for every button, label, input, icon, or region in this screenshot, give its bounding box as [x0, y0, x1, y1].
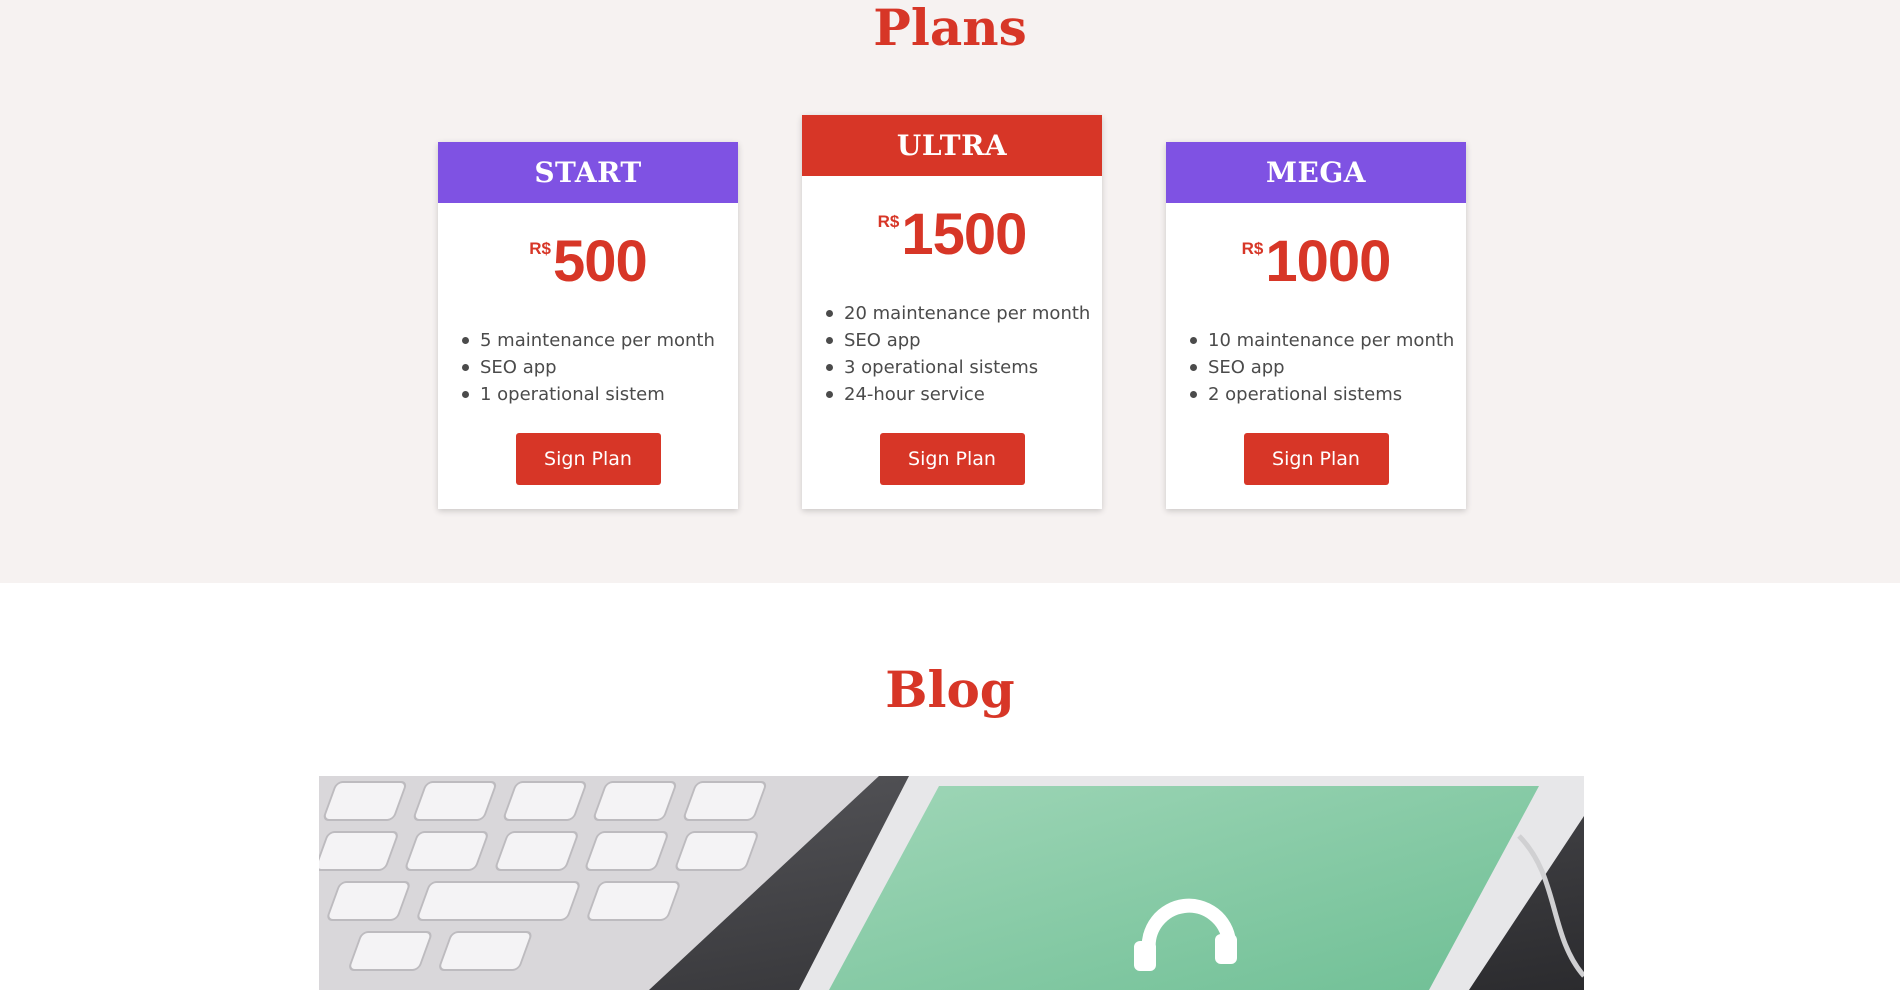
plan-header-start: START [438, 142, 738, 203]
bullet-icon [1190, 337, 1197, 344]
feature-text: SEO app [844, 330, 921, 351]
bullet-icon [1190, 391, 1197, 398]
bullet-icon [826, 337, 833, 344]
sign-plan-button-ultra[interactable]: Sign Plan [879, 433, 1025, 485]
plan-card-ultra: ULTRA R$ 1500 20 maintenance per month S… [802, 115, 1102, 509]
plan-price-start: R$ 500 [438, 233, 738, 297]
feature-item: 10 maintenance per month [1190, 327, 1466, 354]
bullet-icon [462, 337, 469, 344]
keyboard-phone-photo [319, 776, 1584, 990]
sign-plan-button-mega[interactable]: Sign Plan [1243, 433, 1389, 485]
feature-item: 2 operational sistems [1190, 381, 1466, 408]
feature-item: SEO app [826, 327, 1102, 354]
bullet-icon [462, 364, 469, 371]
blog-post-image[interactable] [319, 776, 1584, 990]
price-amount: 1500 [901, 202, 1027, 267]
feature-text: 2 operational sistems [1208, 384, 1403, 405]
feature-list: 10 maintenance per month SEO app 2 opera… [1190, 327, 1466, 408]
feature-item: SEO app [462, 354, 738, 381]
plans-section: Plans START R$ 500 5 maintenance per mon… [0, 0, 1900, 583]
feature-text: 20 maintenance per month [844, 303, 1091, 324]
feature-text: SEO app [480, 357, 557, 378]
bullet-icon [1190, 364, 1197, 371]
currency-label: R$ [877, 212, 900, 231]
plans-title: Plans [873, 0, 1027, 57]
feature-item: 3 operational sistems [826, 354, 1102, 381]
currency-label: R$ [529, 239, 551, 258]
bullet-icon [826, 391, 833, 398]
feature-item: 5 maintenance per month [462, 327, 738, 354]
feature-text: SEO app [1208, 357, 1285, 378]
feature-list: 5 maintenance per month SEO app 1 operat… [462, 327, 738, 408]
feature-text: 24-hour service [844, 384, 985, 405]
bullet-icon [826, 310, 833, 317]
plan-header-mega: MEGA [1166, 142, 1466, 203]
plan-header-ultra: ULTRA [802, 115, 1102, 176]
feature-item: SEO app [1190, 354, 1466, 381]
feature-item: 1 operational sistem [462, 381, 738, 408]
feature-list: 20 maintenance per month SEO app 3 opera… [826, 300, 1102, 408]
plan-price-ultra: R$ 1500 [802, 206, 1102, 270]
blog-title: Blog [885, 660, 1015, 719]
price-amount: 500 [552, 229, 648, 294]
feature-text: 1 operational sistem [480, 384, 665, 405]
feature-item: 20 maintenance per month [826, 300, 1102, 327]
currency-label: R$ [1241, 239, 1264, 258]
feature-text: 10 maintenance per month [1208, 330, 1455, 351]
sign-plan-button-start[interactable]: Sign Plan [515, 433, 661, 485]
bullet-icon [462, 391, 469, 398]
bullet-icon [826, 364, 833, 371]
plan-card-start: START R$ 500 5 maintenance per month SEO… [438, 142, 738, 509]
plan-price-mega: R$ 1000 [1166, 233, 1466, 297]
feature-text: 5 maintenance per month [480, 330, 715, 351]
feature-item: 24-hour service [826, 381, 1102, 408]
price-amount: 1000 [1265, 229, 1391, 294]
plan-card-mega: MEGA R$ 1000 10 maintenance per month SE… [1166, 142, 1466, 509]
feature-text: 3 operational sistems [844, 357, 1039, 378]
